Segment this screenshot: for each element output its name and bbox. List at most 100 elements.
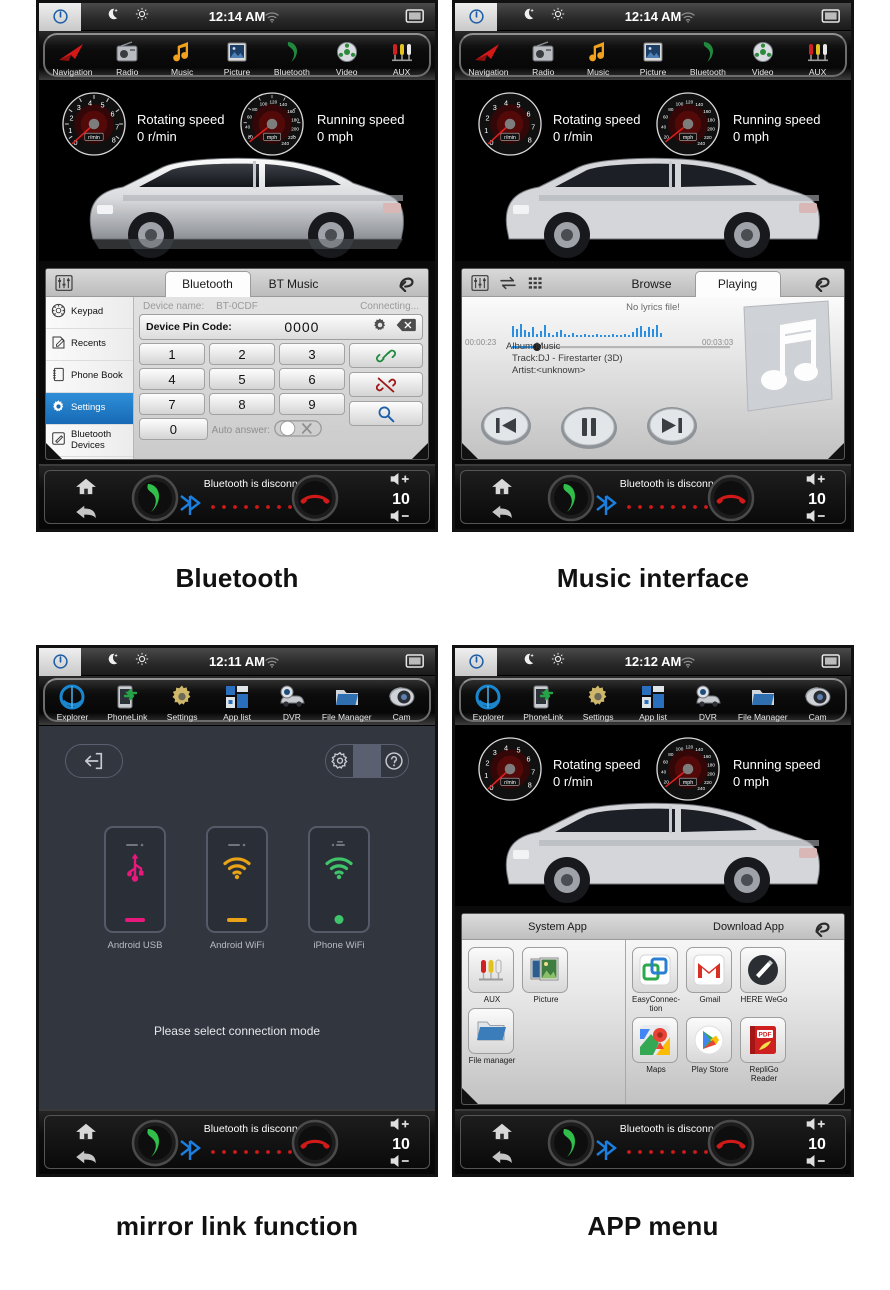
moon-icon[interactable]: [521, 652, 535, 671]
display-icon[interactable]: [821, 8, 841, 29]
sidebar-item-settings[interactable]: Settings: [46, 393, 133, 425]
equalizer-icon[interactable]: [471, 274, 489, 291]
back-arrow-icon[interactable]: [812, 917, 834, 942]
home-icon[interactable]: [75, 1122, 97, 1145]
tab-browse[interactable]: Browse: [609, 271, 695, 297]
dock-item-dvr[interactable]: DVR: [680, 676, 735, 723]
pin-code-row[interactable]: Device Pin Code: 0000: [139, 314, 423, 340]
sidebar-item-recents[interactable]: Recents: [46, 329, 133, 361]
dock-item-video[interactable]: Video: [319, 31, 374, 78]
display-icon[interactable]: [405, 653, 425, 674]
key-8[interactable]: 8: [209, 393, 275, 415]
dock-item-bluetooth[interactable]: Bluetooth: [680, 31, 735, 78]
moon-icon[interactable]: [105, 652, 119, 671]
resize-corner-right[interactable]: [412, 443, 428, 459]
volume-up-icon[interactable]: [805, 1117, 829, 1136]
key-1[interactable]: 1: [139, 343, 205, 365]
resize-corner-left[interactable]: [462, 443, 478, 459]
app-file-manager[interactable]: File manager: [468, 1008, 516, 1065]
dock-item-app-list[interactable]: App list: [626, 676, 681, 723]
home-icon[interactable]: [491, 1122, 513, 1145]
dock-item-radio[interactable]: Radio: [516, 31, 571, 78]
dock-item-explorer[interactable]: Explorer: [461, 676, 516, 723]
power-icon[interactable]: [455, 648, 497, 676]
dock-item-bluetooth[interactable]: Bluetooth: [264, 31, 319, 78]
auto-answer-toggle[interactable]: [274, 418, 322, 443]
call-answer-icon[interactable]: [547, 474, 595, 527]
dock-item-app-list[interactable]: App list: [210, 676, 265, 723]
next-track-icon[interactable]: [646, 406, 698, 455]
app-here-wego[interactable]: HERE WeGo: [740, 947, 788, 1013]
volume-down-icon[interactable]: [389, 509, 413, 528]
dock-item-navigation[interactable]: Navigation: [45, 31, 100, 78]
app-picture[interactable]: Picture: [522, 947, 570, 1004]
dock-item-file-manager[interactable]: File Manager: [735, 676, 790, 723]
key-5[interactable]: 5: [209, 368, 275, 390]
key-6[interactable]: 6: [279, 368, 345, 390]
call-end-icon[interactable]: [707, 1119, 755, 1172]
volume-control[interactable]: 10: [791, 472, 843, 526]
app-play-store[interactable]: Play Store: [686, 1017, 734, 1083]
call-end-icon[interactable]: [291, 1119, 339, 1172]
dock-item-dvr[interactable]: DVR: [264, 676, 319, 723]
app-maps[interactable]: Maps: [632, 1017, 680, 1083]
power-icon[interactable]: [455, 3, 497, 31]
dock-item-picture[interactable]: Picture: [626, 31, 681, 78]
volume-up-icon[interactable]: [805, 472, 829, 491]
dock-item-settings[interactable]: Settings: [571, 676, 626, 723]
brightness-icon[interactable]: [551, 7, 565, 26]
dock-item-navigation[interactable]: Navigation: [461, 31, 516, 78]
dock-item-settings[interactable]: Settings: [155, 676, 210, 723]
dock-item-aux[interactable]: AUX: [790, 31, 845, 78]
resize-corner-right[interactable]: [828, 1088, 844, 1104]
back-arrow-icon[interactable]: [75, 1149, 97, 1170]
connection-mode-android-usb[interactable]: Android USB: [104, 826, 166, 951]
exit-icon[interactable]: [65, 744, 123, 778]
help-icon[interactable]: [381, 745, 408, 777]
dock-item-file-manager[interactable]: File Manager: [319, 676, 374, 723]
volume-control[interactable]: 10: [375, 1117, 427, 1171]
dock-item-music[interactable]: Music: [571, 31, 626, 78]
connection-mode-iphone-wifi[interactable]: iPhone WiFi: [308, 826, 370, 951]
volume-down-icon[interactable]: [805, 509, 829, 528]
search-icon[interactable]: [349, 401, 423, 426]
resize-corner-right[interactable]: [828, 443, 844, 459]
resize-corner-left[interactable]: [462, 1088, 478, 1104]
moon-icon[interactable]: [105, 7, 119, 26]
volume-control[interactable]: 10: [375, 472, 427, 526]
gear-icon[interactable]: [372, 317, 388, 338]
brightness-icon[interactable]: [551, 652, 565, 671]
volume-up-icon[interactable]: [389, 472, 413, 491]
brightness-icon[interactable]: [135, 652, 149, 671]
call-end-icon[interactable]: [291, 474, 339, 527]
key-7[interactable]: 7: [139, 393, 205, 415]
app-gmail[interactable]: Gmail: [686, 947, 734, 1013]
gear-icon[interactable]: [326, 745, 353, 777]
dock-item-phonelink[interactable]: PhoneLink: [516, 676, 571, 723]
moon-icon[interactable]: [521, 7, 535, 26]
dock-item-aux[interactable]: AUX: [374, 31, 429, 78]
previous-track-icon[interactable]: [480, 406, 532, 455]
back-arrow-icon[interactable]: [396, 272, 418, 297]
dock-item-picture[interactable]: Picture: [210, 31, 265, 78]
back-arrow-icon[interactable]: [812, 272, 834, 297]
tab-bt-music[interactable]: BT Music: [251, 271, 337, 297]
pause-icon[interactable]: [560, 406, 618, 455]
app-easyconnection[interactable]: EasyConnec- tion: [632, 947, 680, 1013]
playlist-icon[interactable]: [527, 275, 545, 291]
resize-corner-left[interactable]: [46, 443, 62, 459]
volume-up-icon[interactable]: [389, 1117, 413, 1136]
call-answer-icon[interactable]: [131, 474, 179, 527]
volume-control[interactable]: 10: [791, 1117, 843, 1171]
link-disconnect-icon[interactable]: [349, 372, 423, 397]
dock-item-phonelink[interactable]: PhoneLink: [100, 676, 155, 723]
app-aux[interactable]: AUX: [468, 947, 516, 1004]
dock-item-radio[interactable]: Radio: [100, 31, 155, 78]
link-connect-icon[interactable]: [349, 343, 423, 368]
back-arrow-icon[interactable]: [75, 504, 97, 525]
back-arrow-icon[interactable]: [491, 1149, 513, 1170]
app-repligo-reader[interactable]: PDF RepliGo Reader: [740, 1017, 788, 1083]
power-icon[interactable]: [39, 648, 81, 676]
dock-item-music[interactable]: Music: [155, 31, 210, 78]
dock-item-cam[interactable]: Cam: [374, 676, 429, 723]
